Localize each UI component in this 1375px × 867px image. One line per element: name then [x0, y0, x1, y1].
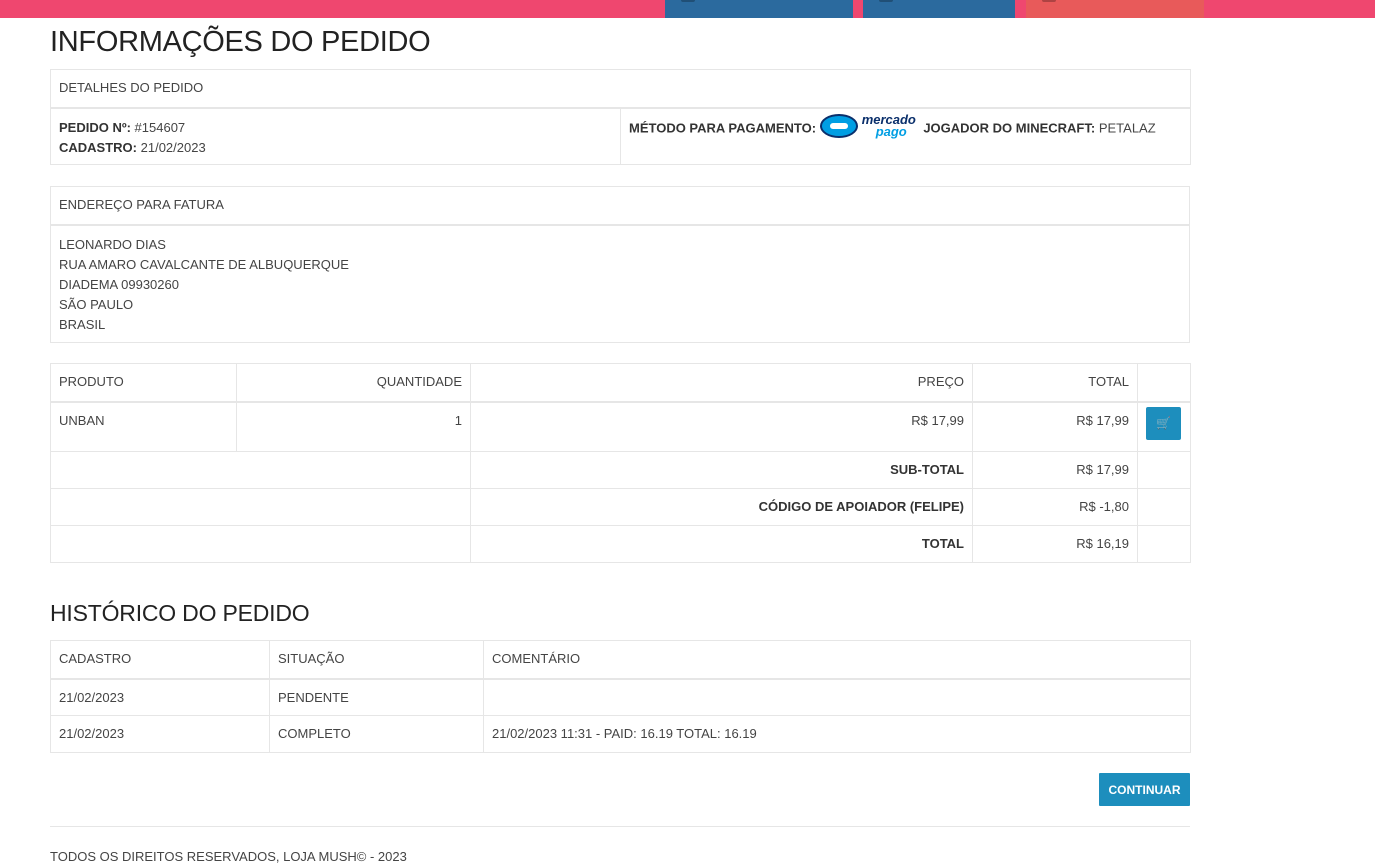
- column-header-price: PREÇO: [470, 363, 973, 403]
- history-title: HISTÓRICO DO PEDIDO: [50, 600, 310, 626]
- history-comment: [483, 678, 1191, 716]
- continue-button[interactable]: CONTINUAR: [1099, 773, 1190, 806]
- billing-address-cell: LEONARDO DIAS RUA AMARO CAVALCANTE DE AL…: [50, 224, 1190, 343]
- reorder-button[interactable]: 🛒: [1146, 407, 1181, 441]
- main-content: INFORMAÇÕES DO PEDIDO DETALHES DO PEDIDO…: [49, 18, 1192, 864]
- history-comment: 21/02/2023 11:31 - PAID: 16.19 TOTAL: 16…: [483, 715, 1191, 753]
- billing-line: DIADEMA 09930260: [59, 276, 179, 292]
- product-total: R$ 17,99: [972, 401, 1138, 452]
- empty-cell: [1137, 525, 1191, 563]
- history-date: 21/02/2023: [50, 678, 270, 716]
- billing-line: LEONARDO DIAS: [59, 236, 166, 252]
- payment-method-label: MÉTODO PARA PAGAMENTO:: [629, 119, 817, 135]
- column-header-date: CADASTRO: [50, 640, 270, 680]
- billing-address-table: ENDEREÇO PARA FATURA LEONARDO DIAS RUA A…: [50, 186, 1190, 343]
- table-row: UNBAN 1 R$ 17,99 R$ 17,99 🛒: [50, 401, 1191, 452]
- mercado-pago-logo: mercado pago: [819, 112, 920, 140]
- product-action-cell: 🛒: [1137, 401, 1191, 452]
- order-date-label: CADASTRO:: [59, 139, 137, 155]
- minecraft-player-label: JOGADOR DO MINECRAFT:: [923, 119, 1096, 135]
- payment-info-cell: MÉTODO PARA PAGAMENTO: mercado pago JOGA…: [619, 107, 1192, 165]
- total-row: TOTAL R$ 16,19: [50, 525, 1191, 563]
- subtotal-row: SUB-TOTAL R$ 17,99: [50, 451, 1191, 489]
- column-header-actions: [1137, 363, 1191, 403]
- total-value: R$ 16,19: [972, 525, 1138, 563]
- column-header-status: SITUAÇÃO: [269, 640, 484, 680]
- history-status: PENDENTE: [269, 678, 484, 716]
- top-bar: [0, 0, 1375, 18]
- history-table: CADASTRO SITUAÇÃO COMENTÁRIO 21/02/2023 …: [50, 640, 1191, 753]
- top-nav-button-3[interactable]: [1026, 0, 1204, 18]
- history-status: COMPLETO: [269, 715, 484, 753]
- minecraft-player: PETALAZ: [1098, 119, 1156, 135]
- billing-line: BRASIL: [59, 316, 106, 332]
- history-date: 21/02/2023: [50, 715, 270, 753]
- page-title: INFORMAÇÕES DO PEDIDO: [50, 26, 431, 58]
- footer-copyright: TODOS OS DIREITOS RESERVADOS, LOJA MUSH©…: [50, 849, 407, 864]
- discount-row: CÓDIGO DE APOIADOR (FELIPE) R$ -1,80: [50, 488, 1191, 526]
- top-nav-button-2[interactable]: [863, 0, 1015, 18]
- empty-cell: [50, 488, 471, 526]
- product-price: R$ 17,99: [470, 401, 973, 452]
- nav-icon: [879, 0, 893, 2]
- billing-line: RUA AMARO CAVALCANTE DE ALBUQUERQUE: [59, 256, 349, 272]
- mercado-pago-handshake-icon: [819, 113, 858, 138]
- empty-cell: [1137, 488, 1191, 526]
- product-quantity: 1: [236, 401, 471, 452]
- order-details-table: DETALHES DO PEDIDO PEDIDO Nº: #154607 CA…: [49, 69, 1192, 165]
- subtotal-label: SUB-TOTAL: [890, 462, 964, 477]
- mercado-pago-logo-text-2: pago: [875, 123, 907, 139]
- top-nav-button-1[interactable]: [665, 0, 853, 18]
- column-header-total: TOTAL: [972, 363, 1138, 403]
- actions-bar: CONTINUAR: [50, 753, 1190, 827]
- cart-icon: 🛒: [1156, 416, 1171, 431]
- empty-cell: [1137, 451, 1191, 489]
- product-name: UNBAN: [50, 401, 237, 452]
- order-date: 21/02/2023: [140, 139, 206, 155]
- discount-label: CÓDIGO DE APOIADOR (FELIPE): [758, 499, 964, 514]
- empty-cell: [50, 525, 471, 563]
- total-label: TOTAL: [921, 536, 964, 551]
- billing-address-header: ENDEREÇO PARA FATURA: [50, 186, 1190, 226]
- order-details-header: DETALHES DO PEDIDO: [49, 69, 1192, 109]
- order-number: #154607: [134, 119, 186, 135]
- empty-cell: [50, 451, 471, 489]
- order-info-cell: PEDIDO Nº: #154607 CADASTRO: 21/02/2023: [50, 107, 621, 165]
- nav-icon: [681, 0, 695, 2]
- billing-line: SÃO PAULO: [59, 296, 134, 312]
- table-row: 21/02/2023 COMPLETO 21/02/2023 11:31 - P…: [50, 715, 1191, 753]
- discount-value: R$ -1,80: [972, 488, 1138, 526]
- table-row: 21/02/2023 PENDENTE: [50, 678, 1191, 716]
- nav-icon: [1042, 0, 1056, 2]
- column-header-quantity: QUANTIDADE: [236, 363, 471, 403]
- column-header-comment: COMENTÁRIO: [483, 640, 1191, 680]
- order-number-label: PEDIDO Nº:: [59, 119, 131, 135]
- products-table: PRODUTO QUANTIDADE PREÇO TOTAL UNBAN 1 R…: [50, 363, 1191, 563]
- column-header-product: PRODUTO: [50, 363, 237, 403]
- subtotal-value: R$ 17,99: [972, 451, 1138, 489]
